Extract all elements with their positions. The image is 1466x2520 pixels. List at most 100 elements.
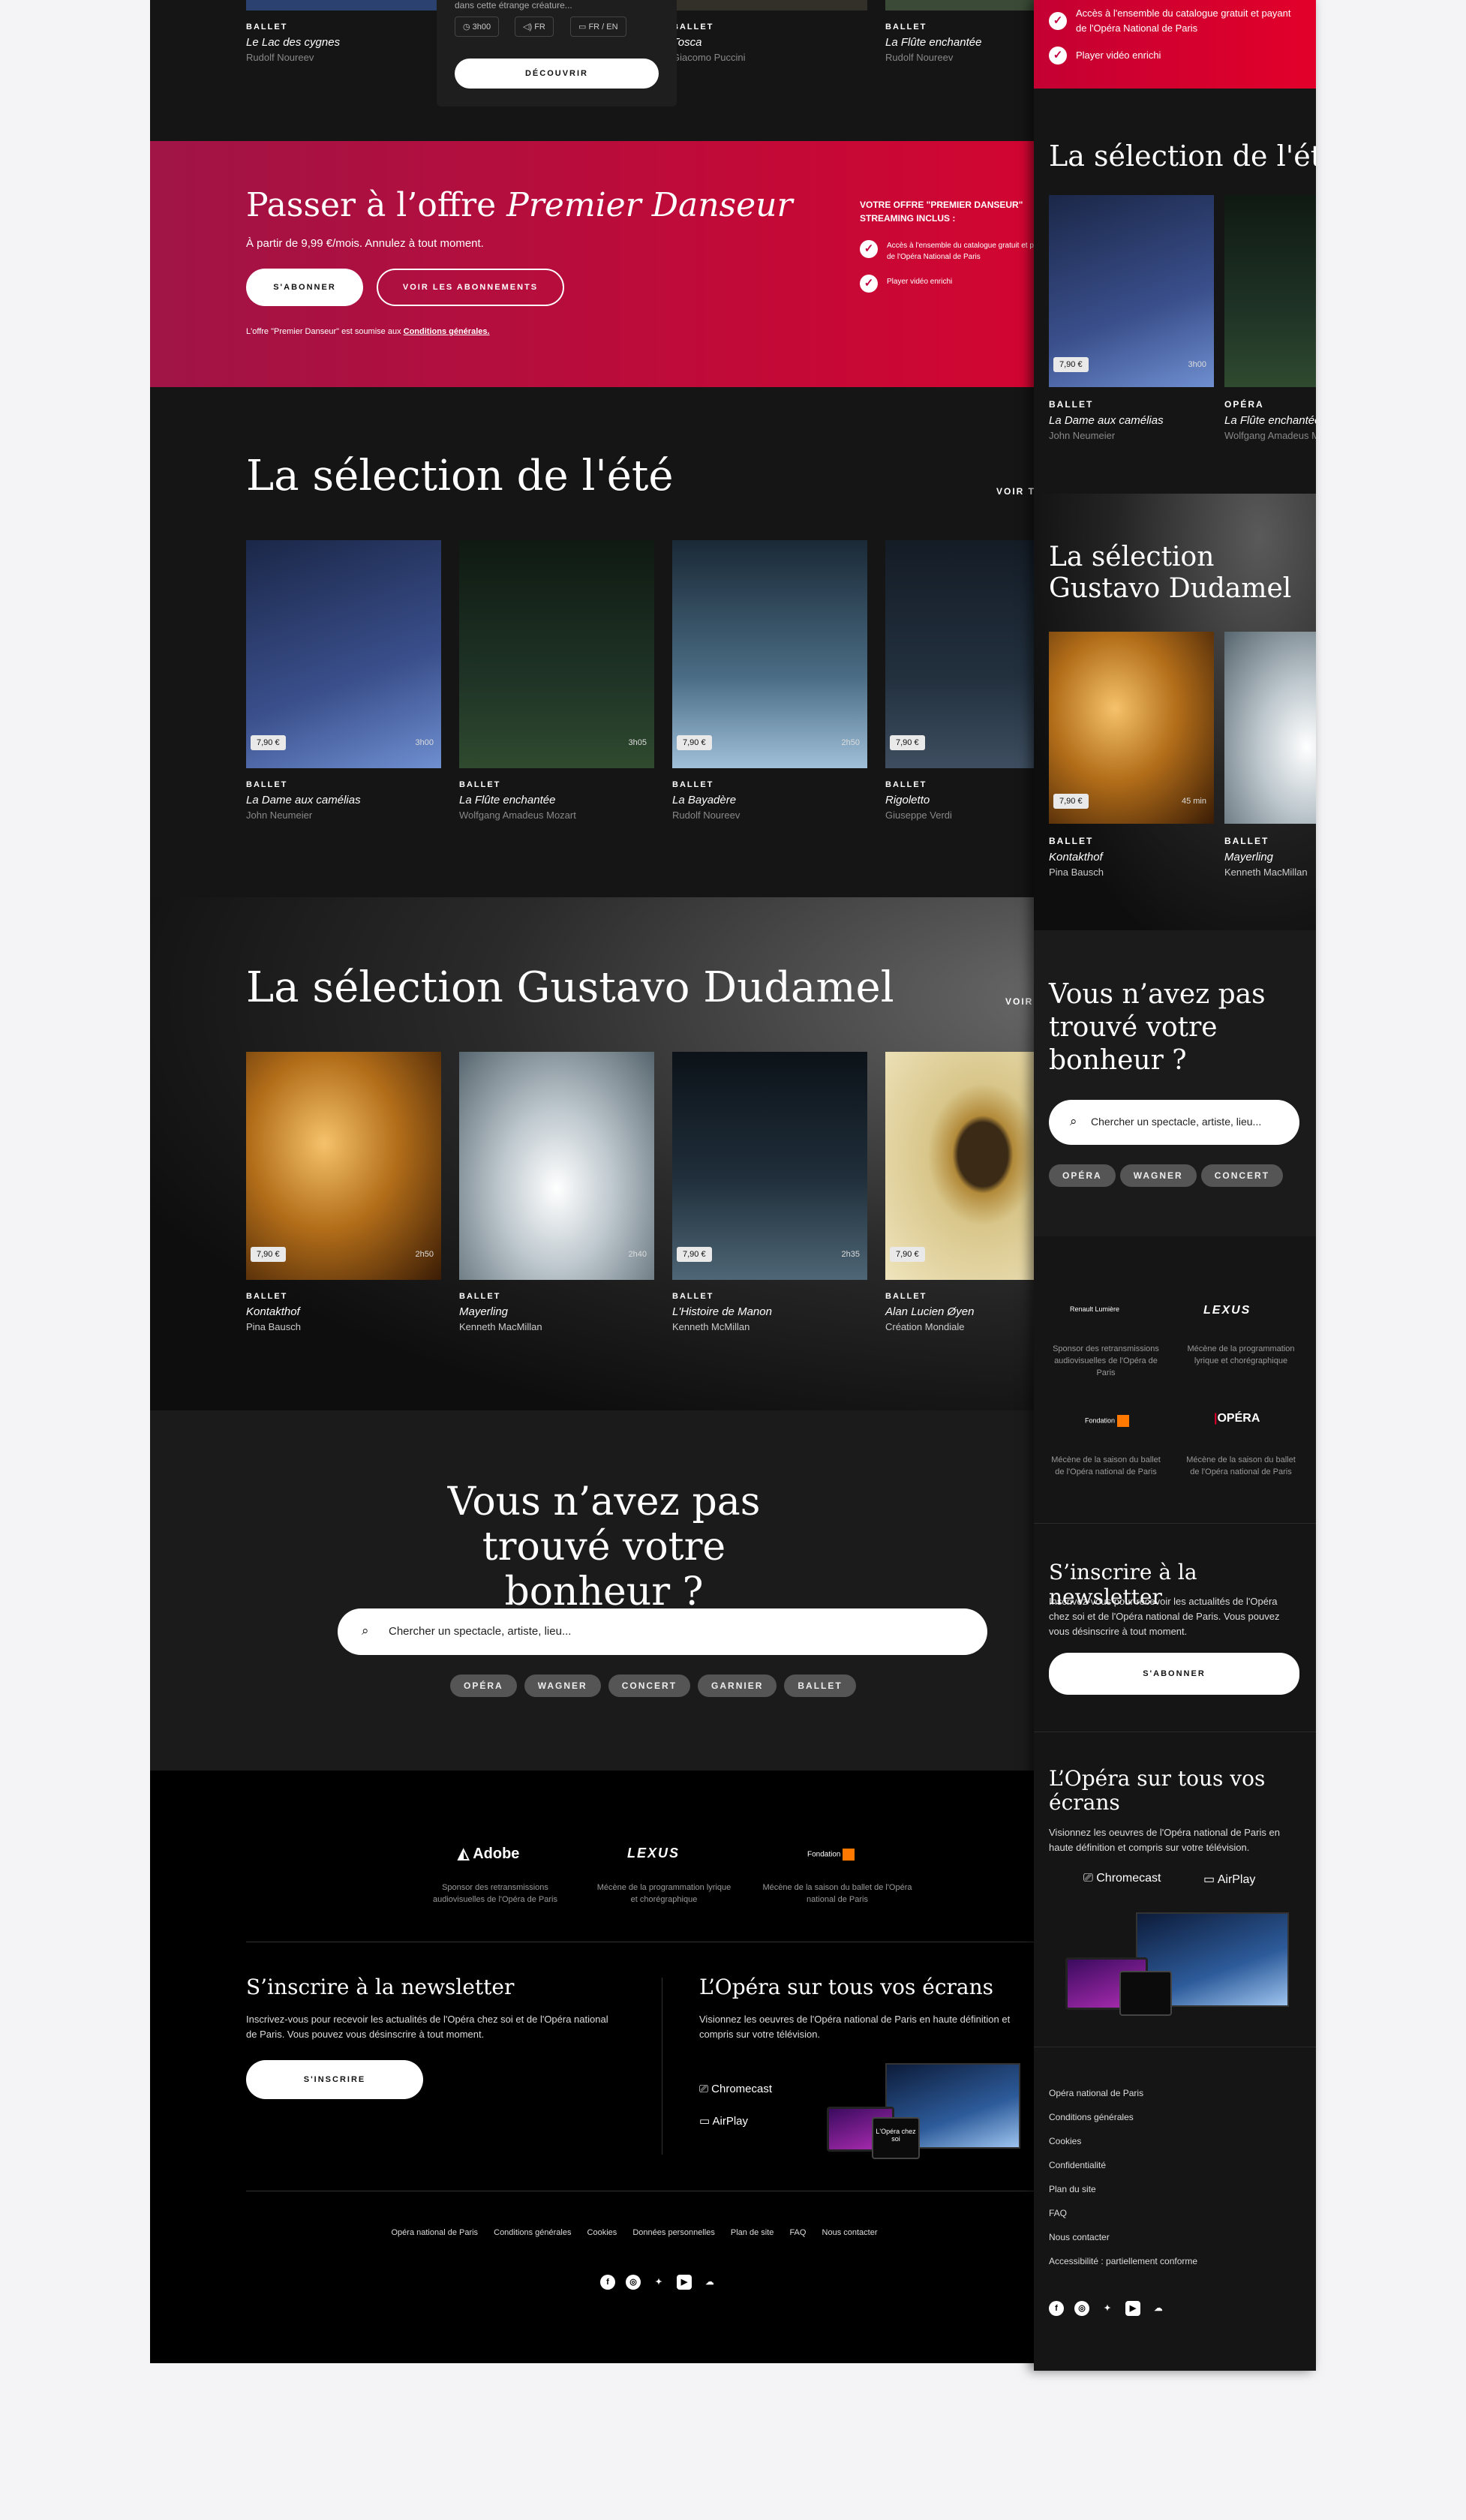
check-icon: ✓ [860,275,878,293]
footer-link[interactable]: Conditions générales [494,2228,571,2237]
chip-opera[interactable]: OPÉRA [1049,1164,1116,1187]
card[interactable]: BALLET Mayerling Kenneth MacMillan [1224,632,1316,878]
twitter-icon[interactable]: ✦ [1100,2301,1115,2316]
sponsor-text: Mécène de la programmation lyrique et ch… [1187,1344,1295,1365]
card[interactable]: 7,90 € 3h00 BALLET La Dame aux camélias … [1049,195,1214,441]
subscribe-button[interactable]: S'ABONNER [246,269,363,306]
card[interactable]: 7,90 € 3h00 BALLET La Dame aux camélias … [246,540,441,821]
card-title: La Flûte enchantée [1224,414,1316,427]
footer-link[interactable]: Plan du site [1049,2184,1096,2194]
mobile-screens: L’Opéra sur tous vos écrans Visionnez le… [1034,1732,1316,2047]
chip-ballet[interactable]: BALLET [784,1674,856,1697]
soundcloud-icon[interactable]: ☁ [1151,2301,1166,2316]
speaker-icon: ◁) [523,23,535,32]
mobile-footer: Opéra national de Paris Conditions génér… [1034,2047,1316,2371]
airplay-link[interactable]: ▭ AirPlay [699,2114,748,2128]
footer-link[interactable]: Nous contacter [1049,2232,1110,2242]
audio-badge: ◁) FR [515,17,554,37]
card-category: BALLET [1224,836,1269,846]
chip-concert[interactable]: CONCERT [608,1674,691,1697]
chip-wagner[interactable]: WAGNER [524,1674,601,1697]
card[interactable]: BALLET Le Lac des cygnes Rudolf Noureev [246,0,441,63]
chip-concert[interactable]: CONCERT [1200,1164,1284,1187]
footer-link[interactable]: Données personnelles [632,2228,714,2237]
card-subtitle: Kenneth MacMillan [459,1321,542,1332]
price-badge: 7,90 € [1053,794,1089,809]
card-thumbnail: 7,90 € 2h50 [672,540,867,768]
card-category: BALLET [246,780,288,789]
section-title: La sélection Gustavo Dudamel [1049,542,1292,604]
card[interactable]: 3h05 BALLET La Flûte enchantée Wolfgang … [459,540,654,821]
facebook-icon[interactable]: f [1049,2301,1064,2316]
soundcloud-icon[interactable]: ☁ [702,2275,717,2290]
screens-text: Visionnez les oeuvres de l'Opéra nationa… [1049,1827,1280,1853]
chip-opera[interactable]: OPÉRA [450,1674,517,1697]
duration-label: 2h50 [841,738,860,747]
card[interactable]: 7,90 € 45 min BALLET Kontakthof Pina Bau… [1049,632,1214,878]
airplay-link[interactable]: ▭ AirPlay [1203,1872,1255,1887]
instagram-icon[interactable]: ◎ [626,2275,641,2290]
section-title: La sélection de l'été [1049,140,1316,173]
chip-garnier[interactable]: GARNIER [698,1674,777,1697]
chip-wagner[interactable]: WAGNER [1119,1164,1197,1187]
notice-text: L'offre "Premier Danseur" est soumise au… [246,327,404,336]
footer-link[interactable]: Conditions générales [1049,2112,1134,2122]
duration-badge: ◷ 3h00 [455,17,500,37]
terms-link[interactable]: Conditions générales. [404,327,490,336]
sponsor-logo: Fondation [807,1849,855,1861]
newsletter-button[interactable]: S'ABONNER [1049,1653,1299,1695]
card[interactable]: 2h40 BALLET Mayerling Kenneth MacMillan [459,1052,654,1332]
card-title: Tosca [672,36,702,49]
footer-link[interactable]: Opéra national de Paris [391,2228,478,2237]
search-input[interactable]: ⌕ Chercher un spectacle, artiste, lieu..… [338,1608,987,1655]
sponsor-text: Sponsor des retransmissions audiovisuell… [433,1883,557,1904]
card-subtitle: Pina Bausch [1049,867,1104,878]
search-chips: OPÉRA WAGNER CONCERT GARNIER BALLET [450,1674,900,1697]
card-subtitle: Wolfgang Amadeus Mozart [459,809,576,821]
card-thumbnail [1224,632,1316,824]
price-badge: 7,90 € [677,1247,712,1262]
card[interactable]: 7,90 € 2h50 BALLET La Bayadère Rudolf No… [672,540,867,821]
footer-link[interactable]: Cookies [587,2228,617,2237]
youtube-icon[interactable]: ▶ [1125,2301,1140,2316]
twitter-icon[interactable]: ✦ [651,2275,666,2290]
social-links: f ◎ ✦ ▶ ☁ [1049,2301,1176,2316]
sponsor-logo: LEXUS [627,1846,680,1861]
chromecast-link[interactable]: ⎚ Chromecast [699,2083,772,2095]
youtube-icon[interactable]: ▶ [677,2275,692,2290]
see-subscriptions-button[interactable]: VOIR LES ABONNEMENTS [377,269,564,306]
card-thumbnail: 3h05 [459,540,654,768]
footer-link[interactable]: Nous contacter [822,2228,878,2237]
duration-label: 3h00 [1188,360,1206,369]
chromecast-link[interactable]: ⎚ Chromecast [1083,1872,1161,1885]
card-title: Mayerling [1224,851,1274,864]
benefit-text: Player vidéo enrichi [1076,50,1161,61]
card-thumbnail [672,0,867,11]
audio-text: FR [534,23,545,32]
card[interactable]: BALLET Tosca Giacomo Puccini [672,0,867,63]
footer-link[interactable]: Confidentialité [1049,2160,1106,2170]
card[interactable]: 7,90 € 2h50 BALLET Kontakthof Pina Bausc… [246,1052,441,1332]
mobile-search: Vous n’avez pas trouvé votre bonheur ? ⌕… [1034,930,1316,1236]
footer-link[interactable]: FAQ [789,2228,806,2237]
newsletter-button[interactable]: S'INSCRIRE [246,2060,423,2099]
footer-link[interactable]: Opéra national de Paris [1049,2088,1143,2098]
card-category: BALLET [672,23,714,32]
instagram-icon[interactable]: ◎ [1074,2301,1089,2316]
card-title: Kontakthof [1049,851,1103,864]
duration-label: 3h00 [415,738,434,747]
price-badge: 7,90 € [1053,357,1089,372]
discover-button[interactable]: DÉCOUVRIR [455,59,659,89]
card[interactable]: OPÉRA La Flûte enchantée Wolfgang Amadeu… [1224,195,1316,441]
search-input[interactable]: ⌕ Chercher un spectacle, artiste, lieu..… [1049,1100,1299,1145]
footer-link[interactable]: FAQ [1049,2208,1067,2218]
facebook-icon[interactable]: f [600,2275,615,2290]
card[interactable]: 7,90 € 2h35 BALLET L'Histoire de Manon K… [672,1052,867,1332]
clock-icon: ◷ [463,23,473,32]
airplay-icon: ▭ [1203,1873,1218,1886]
footer-link[interactable]: Cookies [1049,2136,1081,2146]
promo-notice: L'offre "Premier Danseur" est soumise au… [246,327,490,336]
card-hover-overlay: dans cette étrange créature... ◷ 3h00 ◁)… [437,0,677,107]
footer-link[interactable]: Accessibilité : partiellement conforme [1049,2256,1197,2266]
footer-link[interactable]: Plan de site [731,2228,774,2237]
